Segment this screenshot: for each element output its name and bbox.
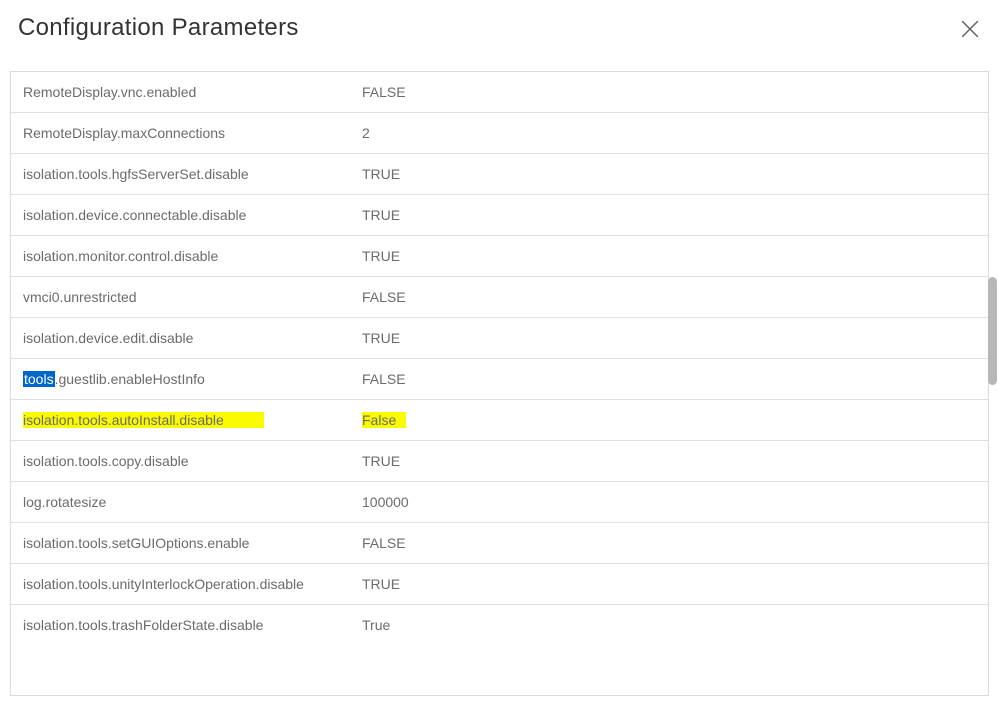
param-name-cell[interactable]: isolation.tools.trashFolderState.disable bbox=[11, 605, 356, 646]
param-value-cell[interactable]: FALSE bbox=[356, 359, 988, 400]
close-button[interactable] bbox=[957, 16, 983, 45]
param-value-cell[interactable]: FALSE bbox=[356, 523, 988, 564]
param-name: isolation.device.connectable.disable bbox=[23, 207, 246, 223]
param-value: TRUE bbox=[362, 453, 400, 469]
param-value: FALSE bbox=[362, 289, 406, 305]
table-row[interactable]: isolation.monitor.control.disable TRUE bbox=[11, 236, 988, 277]
param-name: isolation.tools.setGUIOptions.enable bbox=[23, 535, 249, 551]
param-value-cell[interactable]: 100000 bbox=[356, 482, 988, 523]
param-value: 100000 bbox=[362, 494, 409, 510]
param-value: True bbox=[362, 617, 390, 633]
param-name-cell[interactable]: log.rotatesize bbox=[11, 482, 356, 523]
param-value: TRUE bbox=[362, 207, 400, 223]
param-name: isolation.device.edit.disable bbox=[23, 330, 193, 346]
table-row[interactable]: tools.guestlib.enableHostInfo FALSE bbox=[11, 359, 988, 400]
param-name: RemoteDisplay.vnc.enabled bbox=[23, 84, 196, 100]
param-name-cell[interactable]: isolation.device.connectable.disable bbox=[11, 195, 356, 236]
param-name-cell[interactable]: RemoteDisplay.vnc.enabled bbox=[11, 72, 356, 113]
param-name: .guestlib.enableHostInfo bbox=[55, 371, 205, 387]
param-value: False bbox=[362, 412, 406, 428]
param-value: 2 bbox=[362, 125, 370, 141]
param-name: isolation.tools.unityInterlockOperation.… bbox=[23, 576, 304, 592]
param-value: TRUE bbox=[362, 248, 400, 264]
param-name-cell[interactable]: isolation.tools.setGUIOptions.enable bbox=[11, 523, 356, 564]
param-value-cell[interactable]: FALSE bbox=[356, 72, 988, 113]
param-name-cell[interactable]: isolation.tools.copy.disable bbox=[11, 441, 356, 482]
param-name-cell[interactable]: isolation.monitor.control.disable bbox=[11, 236, 356, 277]
param-name-cell[interactable]: vmci0.unrestricted bbox=[11, 277, 356, 318]
param-value-cell[interactable]: False bbox=[356, 400, 988, 441]
params-table-container[interactable]: RemoteDisplay.vnc.enabledFALSERemoteDisp… bbox=[10, 71, 989, 696]
param-name: isolation.tools.trashFolderState.disable bbox=[23, 617, 263, 633]
table-row[interactable]: log.rotatesize 100000 bbox=[11, 482, 988, 523]
params-table: RemoteDisplay.vnc.enabledFALSERemoteDisp… bbox=[11, 72, 988, 645]
close-icon bbox=[961, 20, 979, 41]
param-value: FALSE bbox=[362, 371, 406, 387]
param-value-cell[interactable]: TRUE bbox=[356, 441, 988, 482]
table-row[interactable]: isolation.tools.unityInterlockOperation.… bbox=[11, 564, 988, 605]
table-row[interactable]: isolation.tools.copy.disable TRUE bbox=[11, 441, 988, 482]
param-name: vmci0.unrestricted bbox=[23, 289, 137, 305]
param-name: RemoteDisplay.maxConnections bbox=[23, 125, 225, 141]
param-name: isolation.tools.autoInstall.disable bbox=[23, 412, 264, 428]
selected-text: tools bbox=[23, 371, 55, 387]
param-value-cell[interactable]: TRUE bbox=[356, 236, 988, 277]
table-row[interactable]: isolation.tools.autoInstall.disable False bbox=[11, 400, 988, 441]
param-name-cell[interactable]: RemoteDisplay.maxConnections bbox=[11, 113, 356, 154]
scrollbar-track[interactable] bbox=[988, 62, 997, 687]
param-value-cell[interactable]: TRUE bbox=[356, 154, 988, 195]
param-name: isolation.monitor.control.disable bbox=[23, 248, 218, 264]
dialog-header: Configuration Parameters bbox=[0, 0, 999, 63]
table-row[interactable]: isolation.tools.setGUIOptions.enable FALS… bbox=[11, 523, 988, 564]
param-value-cell[interactable]: TRUE bbox=[356, 318, 988, 359]
table-row[interactable]: isolation.tools.hgfsServerSet.disable TRU… bbox=[11, 154, 988, 195]
param-name-cell[interactable]: tools.guestlib.enableHostInfo bbox=[11, 359, 356, 400]
param-name-cell[interactable]: isolation.tools.autoInstall.disable bbox=[11, 400, 356, 441]
param-name: isolation.tools.copy.disable bbox=[23, 453, 189, 469]
param-value-cell[interactable]: True bbox=[356, 605, 988, 646]
param-value-cell[interactable]: TRUE bbox=[356, 195, 988, 236]
table-row[interactable]: RemoteDisplay.maxConnections 2 bbox=[11, 113, 988, 154]
param-value: FALSE bbox=[362, 84, 406, 100]
table-row[interactable]: isolation.tools.trashFolderState.disable… bbox=[11, 605, 988, 646]
param-value: FALSE bbox=[362, 535, 406, 551]
dialog-title: Configuration Parameters bbox=[18, 14, 299, 42]
param-value: TRUE bbox=[362, 576, 400, 592]
param-value: TRUE bbox=[362, 166, 400, 182]
param-name: isolation.tools.hgfsServerSet.disable bbox=[23, 166, 249, 182]
param-value-cell[interactable]: TRUE bbox=[356, 564, 988, 605]
param-value: TRUE bbox=[362, 330, 400, 346]
param-name-cell[interactable]: isolation.tools.hgfsServerSet.disable bbox=[11, 154, 356, 195]
param-name: log.rotatesize bbox=[23, 494, 106, 510]
param-value-cell[interactable]: FALSE bbox=[356, 277, 988, 318]
table-row[interactable]: vmci0.unrestricted FALSE bbox=[11, 277, 988, 318]
param-name-cell[interactable]: isolation.device.edit.disable bbox=[11, 318, 356, 359]
param-name-cell[interactable]: isolation.tools.unityInterlockOperation.… bbox=[11, 564, 356, 605]
param-value-cell[interactable]: 2 bbox=[356, 113, 988, 154]
table-row[interactable]: isolation.device.edit.disable TRUE bbox=[11, 318, 988, 359]
scrollbar-thumb[interactable] bbox=[988, 277, 997, 385]
table-row[interactable]: isolation.device.connectable.disable TRUE bbox=[11, 195, 988, 236]
table-row[interactable]: RemoteDisplay.vnc.enabled FALSE bbox=[11, 72, 988, 113]
